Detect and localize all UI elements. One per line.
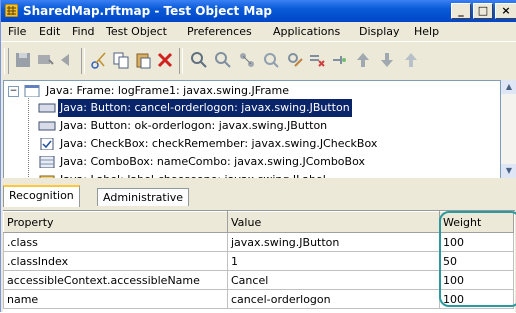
merge-icon[interactable]: [329, 50, 349, 70]
remove-property-icon[interactable]: [307, 50, 327, 70]
button-icon: [38, 121, 56, 131]
column-header-property[interactable]: Property: [3, 211, 228, 233]
weight-cell[interactable]: 50: [439, 251, 514, 271]
connect-icon[interactable]: [237, 50, 257, 70]
delete-icon[interactable]: [155, 50, 175, 70]
tree-item-label: Java: Frame: logFrame1: javax.swing.JFra…: [46, 84, 289, 97]
menu-preferences[interactable]: Preferences: [187, 25, 252, 38]
menu-file[interactable]: File: [8, 25, 26, 38]
tree-expander[interactable]: −: [8, 86, 19, 97]
tab-recognition[interactable]: Recognition: [3, 185, 80, 207]
property-cell[interactable]: name: [3, 289, 228, 309]
window-title: SharedMap.rftmap - Test Object Map: [23, 4, 273, 18]
find-next-icon[interactable]: [213, 50, 233, 70]
tree-connector-line: [28, 98, 30, 179]
value-cell[interactable]: javax.swing.JButton: [227, 232, 440, 252]
minimize-button[interactable]: _: [451, 3, 471, 19]
button-icon: [38, 103, 56, 113]
move-down-icon[interactable]: [377, 50, 397, 70]
column-header-value[interactable]: Value: [227, 211, 440, 233]
highlight-icon[interactable]: [57, 50, 77, 70]
value-cell[interactable]: Cancel: [227, 270, 440, 290]
move-up-icon[interactable]: [353, 50, 373, 70]
cut-icon[interactable]: [89, 50, 109, 70]
maximize-button[interactable]: □: [473, 3, 493, 19]
weight-cell[interactable]: 100: [439, 289, 514, 309]
menu-bar: File Edit Find Test Object Preferences A…: [1, 22, 516, 41]
table-row[interactable]: .classIndex 1 50: [3, 251, 514, 271]
menu-find[interactable]: Find: [72, 25, 95, 38]
tree-item-label-selected: Java: Button: cancel-orderlogon: javax.s…: [57, 98, 353, 118]
edit-property-icon[interactable]: [285, 50, 305, 70]
tree-item-label: Java: CheckBox: checkRemember: javax.swi…: [60, 137, 378, 150]
menu-edit[interactable]: Edit: [39, 25, 60, 38]
close-window-button[interactable]: ×: [495, 3, 516, 19]
checkbox-icon: [40, 138, 54, 150]
scroll-down-icon[interactable]: ▼: [501, 164, 516, 178]
toolbar-separator: [81, 48, 85, 74]
tree-scrollbar[interactable]: ▲ ▼: [501, 80, 516, 178]
toolbar-separator: [179, 48, 183, 74]
tab-administrative[interactable]: Administrative: [97, 188, 190, 206]
tree-item-label: Java: ComboBox: nameCombo: javax.swing.J…: [60, 155, 365, 168]
weight-cell[interactable]: 100: [439, 270, 514, 290]
object-tree[interactable]: − Java: Frame: logFrame1: javax.swing.JF…: [3, 80, 501, 180]
menu-test-object[interactable]: Test Object: [106, 25, 167, 38]
search-object-icon[interactable]: [261, 50, 281, 70]
frame-icon: [24, 85, 40, 97]
toolbar: [1, 41, 516, 80]
insert-object-icon[interactable]: [35, 50, 55, 70]
menu-display[interactable]: Display: [359, 25, 400, 38]
test-object-map-window: SharedMap.rftmap - Test Object Map _ □ ×…: [0, 0, 516, 313]
weight-cell[interactable]: 100: [439, 232, 514, 252]
column-header-weight[interactable]: Weight: [439, 211, 514, 233]
copy-icon[interactable]: [111, 50, 131, 70]
save-icon[interactable]: [13, 50, 33, 70]
table-row[interactable]: name cancel-orderlogon 100: [3, 289, 514, 309]
combobox-icon: [39, 156, 55, 168]
tree-item-label: Java: Button: ok-orderlogon: javax.swing…: [60, 119, 328, 132]
table-row[interactable]: .class javax.swing.JButton 100: [3, 232, 514, 252]
property-grid: Property Value Weight .class javax.swing…: [3, 210, 515, 313]
menu-applications[interactable]: Applications: [273, 25, 340, 38]
grid-header-row: Property Value Weight: [3, 211, 514, 233]
menu-help[interactable]: Help: [414, 25, 439, 38]
table-row[interactable]: accessibleContext.accessibleName Cancel …: [3, 270, 514, 290]
property-cell[interactable]: .classIndex: [3, 251, 228, 271]
expand-icon[interactable]: [401, 50, 421, 70]
property-cell[interactable]: accessibleContext.accessibleName: [3, 270, 228, 290]
property-cell[interactable]: .class: [3, 232, 228, 252]
property-tabs: Recognition Administrative: [1, 184, 516, 208]
value-cell[interactable]: cancel-orderlogon: [227, 289, 440, 309]
map-app-icon: [5, 4, 18, 17]
find-icon[interactable]: [189, 50, 209, 70]
paste-icon[interactable]: [133, 50, 153, 70]
value-cell[interactable]: 1: [227, 251, 440, 271]
scroll-up-icon[interactable]: ▲: [501, 80, 516, 94]
toolbar-grip[interactable]: [4, 48, 9, 74]
title-bar[interactable]: SharedMap.rftmap - Test Object Map _ □ ×: [1, 0, 516, 22]
